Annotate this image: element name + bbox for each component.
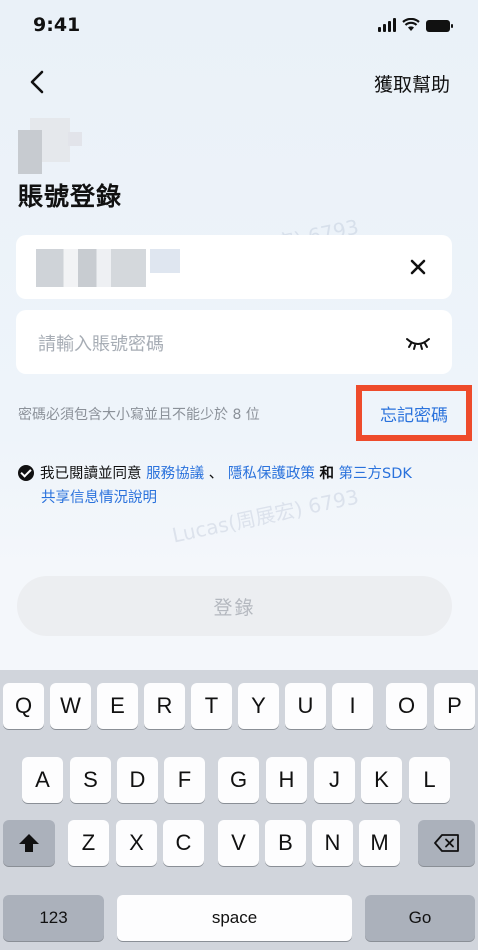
go-key[interactable]: Go	[365, 895, 475, 941]
password-input[interactable]: 請輸入賬號密碼	[16, 310, 452, 374]
battery-icon	[426, 20, 453, 32]
delete-key[interactable]	[418, 820, 475, 866]
key-f[interactable]: F	[164, 757, 205, 803]
login-button[interactable]: 登錄	[17, 576, 452, 636]
key-m[interactable]: M	[359, 820, 400, 866]
shift-icon	[19, 834, 39, 852]
wifi-icon	[402, 18, 420, 31]
key-k[interactable]: K	[361, 757, 402, 803]
key-z[interactable]: Z	[68, 820, 109, 866]
chevron-left-icon	[30, 70, 44, 94]
key-u[interactable]: U	[285, 683, 326, 729]
help-link[interactable]: 獲取幫助	[374, 70, 450, 97]
key-p[interactable]: P	[434, 683, 475, 729]
key-r[interactable]: R	[144, 683, 185, 729]
agreement-separator: 、	[208, 466, 224, 482]
keyboard: Q W E R T Y U I O P A S D F G H J K L Z …	[0, 670, 478, 950]
key-d[interactable]: D	[117, 757, 158, 803]
blurred-account-value	[150, 249, 180, 273]
key-x[interactable]: X	[116, 820, 157, 866]
signal-icon	[378, 18, 396, 32]
key-v[interactable]: V	[218, 820, 259, 866]
key-l[interactable]: L	[409, 757, 450, 803]
key-g[interactable]: G	[218, 757, 259, 803]
service-agreement-link[interactable]: 服務協議	[146, 466, 204, 482]
status-bar: 9:41	[0, 0, 478, 50]
key-n[interactable]: N	[312, 820, 353, 866]
checkbox-checked-icon[interactable]	[18, 465, 34, 481]
eye-closed-icon[interactable]	[404, 334, 432, 352]
status-icons	[378, 18, 453, 32]
key-b[interactable]: B	[265, 820, 306, 866]
page-title: 賬號登錄	[18, 182, 123, 211]
shift-key[interactable]	[3, 820, 55, 866]
key-y[interactable]: Y	[238, 683, 279, 729]
key-a[interactable]: A	[22, 757, 63, 803]
password-placeholder: 請輸入賬號密碼	[38, 334, 164, 355]
key-s[interactable]: S	[70, 757, 111, 803]
password-hint: 密碼必須包含大小寫並且不能少於 8 位	[18, 407, 260, 423]
key-j[interactable]: J	[314, 757, 355, 803]
status-time: 9:41	[33, 14, 81, 36]
backspace-icon	[433, 834, 459, 852]
numbers-key[interactable]: 123	[3, 895, 104, 941]
agreement: 我已閱讀並同意 服務協議 、 隱私保護政策 和 第三方SDK 共享信息情況說明	[18, 462, 458, 510]
key-q[interactable]: Q	[3, 683, 44, 729]
blurred-account-value	[36, 249, 146, 287]
space-key[interactable]: space	[117, 895, 352, 941]
account-input[interactable]	[16, 235, 452, 299]
key-c[interactable]: C	[163, 820, 204, 866]
sdk-link-line2[interactable]: 共享信息情況說明	[18, 486, 458, 510]
agreement-and: 和	[319, 466, 334, 482]
key-o[interactable]: O	[386, 683, 427, 729]
back-button[interactable]	[26, 66, 56, 100]
key-h[interactable]: H	[266, 757, 307, 803]
forgot-password-link[interactable]: 忘記密碼	[380, 401, 448, 426]
privacy-policy-link[interactable]: 隱私保護政策	[228, 466, 315, 482]
agreement-prefix: 我已閱讀並同意	[40, 466, 142, 482]
clear-icon[interactable]	[406, 255, 430, 279]
sdk-link[interactable]: 第三方SDK	[339, 466, 412, 482]
key-t[interactable]: T	[191, 683, 232, 729]
key-e[interactable]: E	[97, 683, 138, 729]
key-i[interactable]: I	[332, 683, 373, 729]
key-w[interactable]: W	[50, 683, 91, 729]
